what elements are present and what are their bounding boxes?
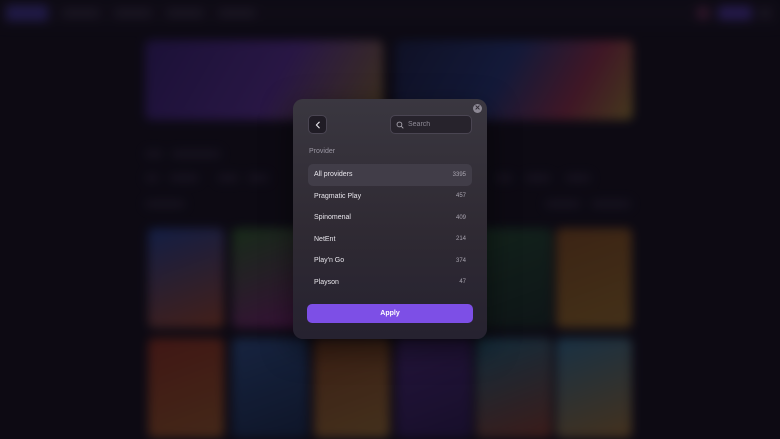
provider-count: 374 (455, 257, 466, 264)
provider-count: 457 (455, 193, 466, 200)
provider-item-pragmatic-play[interactable]: Pragmatic Play 457 (308, 186, 472, 208)
search-input[interactable] (408, 121, 468, 128)
provider-name: Spinomenal (314, 214, 351, 222)
provider-name: NetEnt (314, 235, 336, 243)
close-icon[interactable]: ✕ (473, 104, 482, 113)
provider-filter-modal: ✕ Provider All providers 3395 Pragmatic … (293, 99, 487, 339)
chevron-left-icon (315, 121, 320, 128)
provider-count: 409 (455, 214, 466, 221)
back-button[interactable] (308, 115, 327, 134)
provider-count: 3395 (452, 171, 466, 178)
section-label: Provider (309, 148, 336, 155)
search-field[interactable] (390, 115, 472, 134)
provider-item-netent[interactable]: NetEnt 214 (308, 229, 472, 251)
provider-list: All providers 3395 Pragmatic Play 457 Sp… (308, 164, 472, 293)
search-icon (396, 121, 404, 128)
provider-item-playson[interactable]: Playson 47 (308, 272, 472, 294)
provider-count: 47 (459, 279, 466, 286)
provider-name: Pragmatic Play (314, 192, 362, 200)
provider-count: 214 (455, 236, 466, 243)
provider-name: Play'n Go (314, 257, 345, 265)
provider-name: Playson (314, 278, 339, 286)
provider-item-spinomenal[interactable]: Spinomenal 409 (308, 207, 472, 229)
apply-button[interactable]: Apply (307, 304, 473, 323)
provider-name: All providers (314, 171, 353, 179)
provider-item-playn-go[interactable]: Play'n Go 374 (308, 250, 472, 272)
provider-item-all-providers[interactable]: All providers 3395 (308, 164, 472, 186)
